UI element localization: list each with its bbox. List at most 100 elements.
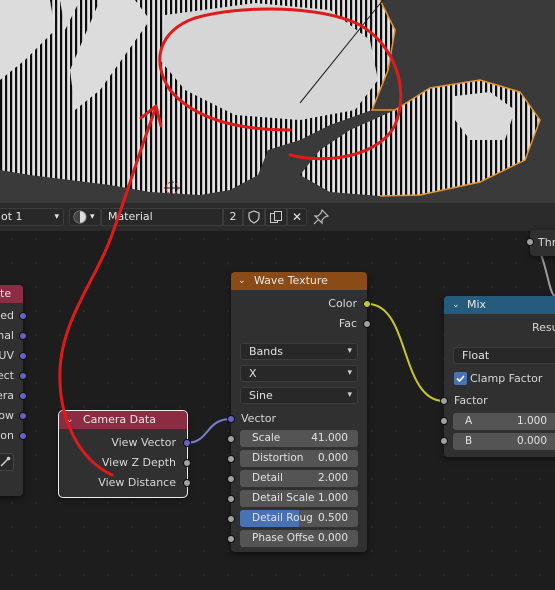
detail-scale-field[interactable]: Detail Scale 1.000 (240, 490, 358, 507)
scale-field[interactable]: Scale 41.000 (240, 430, 358, 447)
result-output-label: Resu (532, 321, 555, 334)
vector-input-label: Vector (241, 412, 277, 425)
detail-roughness-field[interactable]: Detail Roug 0.500 (240, 510, 358, 527)
material-name: Material (108, 210, 153, 223)
clamp-factor-checkbox[interactable] (454, 372, 467, 385)
output-label-3: ject (0, 369, 14, 382)
material-name-field[interactable]: Material (101, 208, 223, 226)
output-socket-3[interactable] (19, 372, 27, 380)
material-slot-dropdown[interactable]: ot 1 ▾ (0, 208, 64, 226)
output-label-6: tion (0, 429, 14, 442)
close-icon: ✕ (291, 210, 303, 224)
view-vector-label: View Vector (111, 436, 176, 449)
chevron-down-icon: ▾ (54, 212, 59, 222)
direction-dropdown[interactable]: X ▾ (240, 365, 358, 382)
scale-input-socket[interactable] (227, 435, 235, 443)
chevron-down-icon: ▾ (347, 368, 352, 378)
material-slot-label: ot 1 (1, 210, 23, 223)
output-socket-4[interactable] (19, 392, 27, 400)
phase-offset-input-socket[interactable] (227, 535, 235, 543)
b-field[interactable]: B 0.000 (453, 433, 555, 450)
threshold-label: Thr (538, 236, 555, 249)
chevron-down-icon: ▾ (347, 346, 352, 356)
mix-node[interactable]: ⌄ Mix Resu Float ▾ Clamp Factor Factor A… (444, 296, 555, 457)
output-label-2: UV (0, 349, 14, 362)
detail-input-socket[interactable] (227, 475, 235, 483)
wave-texture-node[interactable]: ⌄ Wave Texture Color Fac Bands ▾ X ▾ Sin… (231, 272, 367, 552)
phase-offset-field[interactable]: Phase Offse 0.000 (240, 530, 358, 547)
output-label-4: era (0, 389, 14, 402)
clamp-factor-label: Clamp Factor (470, 372, 543, 385)
view-z-depth-label: View Z Depth (101, 456, 176, 469)
color-output-socket[interactable] (363, 300, 371, 308)
duplicate-material-button[interactable] (265, 208, 287, 226)
profile-value: Sine (249, 389, 273, 402)
output-label-0: cted (0, 309, 14, 322)
output-socket-0[interactable] (19, 312, 27, 320)
output-socket-6[interactable] (19, 432, 27, 440)
view-distance-label: View Distance (98, 476, 176, 489)
wave-type-dropdown[interactable]: Bands ▾ (240, 343, 358, 360)
camera-data-node[interactable]: ⌄ Camera Data View Vector View Z Depth V… (58, 410, 188, 498)
wave-texture-title: Wave Texture (254, 274, 328, 287)
checkmark-icon (456, 375, 465, 383)
fac-output-socket[interactable] (363, 320, 371, 328)
fac-output-label: Fac (338, 317, 357, 330)
output-socket-1[interactable] (19, 332, 27, 340)
vector-input-socket[interactable] (227, 415, 235, 423)
copy-icon (270, 211, 282, 223)
b-value: 0.000 (516, 435, 547, 447)
profile-dropdown[interactable]: Sine ▾ (240, 387, 358, 404)
mix-data-type-value: Float (462, 349, 490, 362)
shield-icon (248, 210, 260, 224)
detail-field[interactable]: Detail 2.000 (240, 470, 358, 487)
distortion-value: 0.000 (317, 452, 348, 464)
wave-texture-header: ⌄ Wave Texture (231, 272, 367, 290)
mix-header: ⌄ Mix (444, 296, 555, 314)
distortion-input-socket[interactable] (227, 455, 235, 463)
output-socket-2[interactable] (19, 352, 27, 360)
output-label-1: rnal (0, 329, 14, 342)
chevron-down-icon: ▾ (90, 212, 95, 222)
view-vector-socket[interactable] (183, 439, 191, 447)
output-label-5: dow (0, 409, 14, 422)
eyedropper-button[interactable] (0, 453, 14, 471)
factor-input-socket[interactable] (440, 397, 448, 405)
user-count: 2 (229, 210, 237, 223)
camera-data-title: Camera Data (83, 413, 156, 426)
material-sphere-icon (73, 210, 87, 224)
detail-roughness-input-socket[interactable] (227, 515, 235, 523)
view-z-depth-socket[interactable] (183, 459, 191, 467)
left-partial-node-header: te (0, 285, 23, 303)
factor-input-label: Factor (454, 394, 488, 407)
wave-type-value: Bands (249, 345, 283, 358)
a-field[interactable]: A 1.000 (453, 413, 555, 430)
threshold-socket[interactable] (526, 238, 534, 246)
material-browse-button[interactable]: ▾ (69, 208, 101, 226)
user-count-button[interactable]: 2 (223, 208, 243, 226)
fake-user-button[interactable] (243, 208, 265, 226)
detail-roughness-value: 0.500 (317, 512, 348, 524)
collapse-chevron-icon[interactable]: ⌄ (452, 296, 460, 314)
mix-title: Mix (467, 298, 487, 311)
pin-icon[interactable] (313, 209, 329, 225)
mix-data-type-dropdown[interactable]: Float ▾ (453, 347, 555, 364)
output-socket-5[interactable] (19, 412, 27, 420)
view-distance-socket[interactable] (183, 479, 191, 487)
a-value: 1.000 (516, 415, 547, 427)
detail-value: 2.000 (317, 472, 348, 484)
distortion-field[interactable]: Distortion 0.000 (240, 450, 358, 467)
b-input-socket[interactable] (440, 437, 448, 445)
detail-scale-input-socket[interactable] (227, 495, 235, 503)
detail-scale-value: 1.000 (317, 492, 348, 504)
phase-offset-value: 0.000 (317, 532, 348, 544)
collapse-chevron-icon[interactable]: ⌄ (238, 272, 246, 290)
chevron-down-icon: ▾ (347, 390, 352, 400)
scale-value: 41.000 (311, 432, 348, 444)
unlink-material-button[interactable]: ✕ (287, 208, 307, 226)
a-input-socket[interactable] (440, 417, 448, 425)
color-output-label: Color (328, 297, 357, 310)
3d-viewport[interactable] (0, 0, 555, 203)
direction-value: X (249, 367, 257, 380)
collapse-chevron-icon[interactable]: ⌄ (66, 411, 74, 429)
